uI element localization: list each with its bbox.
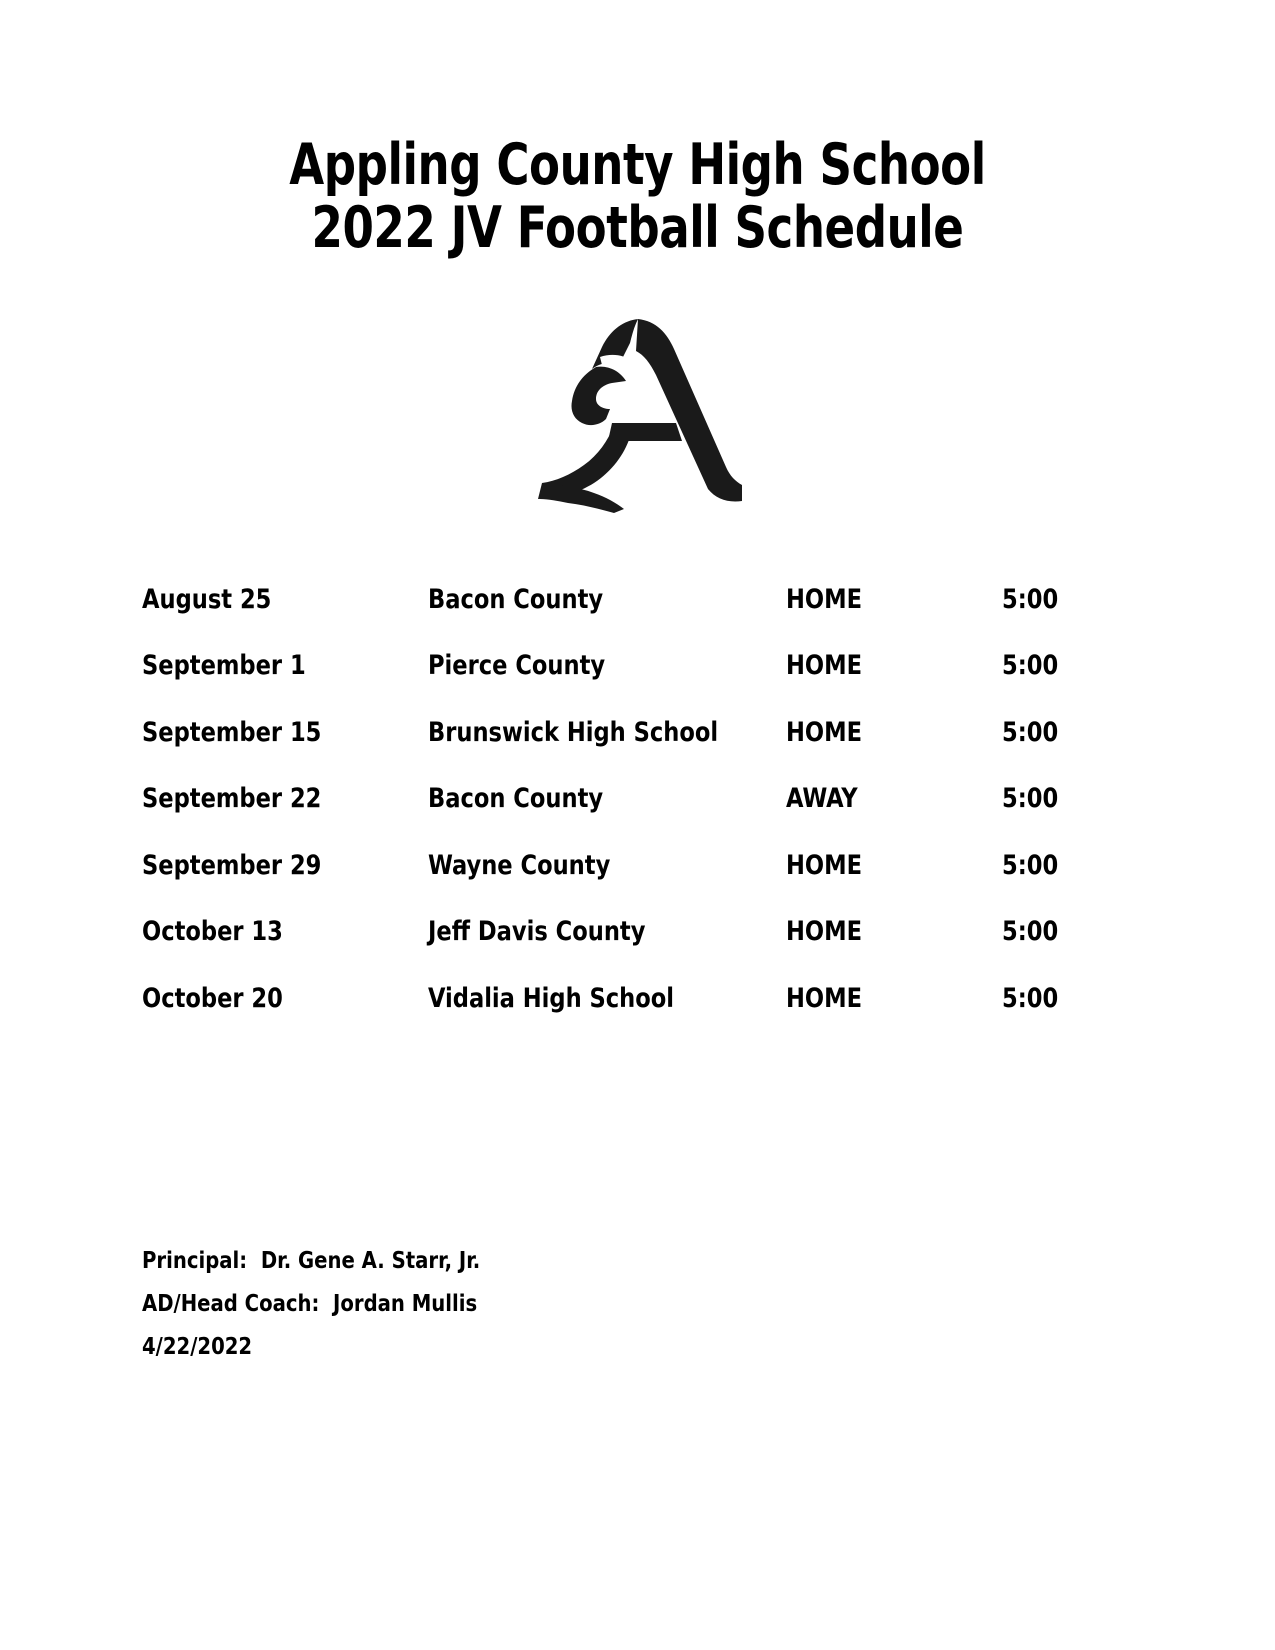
- game-time: 5:00: [1002, 583, 1059, 615]
- table-row: September 29 Wayne County HOME 5:00: [142, 832, 1102, 899]
- game-opponent: Vidalia High School: [428, 982, 675, 1014]
- principal-line: Principal: Dr. Gene A. Starr, Jr.: [142, 1248, 481, 1274]
- table-row: September 22 Bacon County AWAY 5:00: [142, 766, 1102, 833]
- game-site: AWAY: [786, 783, 858, 815]
- game-time: 5:00: [1002, 849, 1059, 881]
- game-opponent: Brunswick High School: [428, 716, 719, 748]
- game-site: HOME: [786, 583, 863, 615]
- ad-head-coach-line: AD/Head Coach: Jordan Mullis: [142, 1291, 478, 1317]
- pirate-a-logo-icon: [537, 319, 742, 513]
- game-site: HOME: [786, 849, 863, 881]
- game-date: October 20: [142, 982, 283, 1014]
- page-title-line-1: Appling County High School: [289, 132, 986, 198]
- schedule-document-page: Appling County High School 2022 JV Footb…: [0, 0, 1275, 1650]
- game-opponent: Bacon County: [428, 583, 604, 615]
- football-schedule-table: August 25 Bacon County HOME 5:00 Septemb…: [142, 566, 1102, 1032]
- game-date: September 15: [142, 716, 322, 748]
- game-date: August 25: [142, 583, 272, 615]
- game-time: 5:00: [1002, 916, 1059, 948]
- game-date: October 13: [142, 916, 283, 948]
- game-site: HOME: [786, 982, 863, 1014]
- game-time: 5:00: [1002, 650, 1059, 682]
- page-title-line-2: 2022 JV Football Schedule: [311, 194, 964, 261]
- table-row: September 15 Brunswick High School HOME …: [142, 699, 1102, 766]
- game-date: September 1: [142, 650, 306, 682]
- table-row: September 1 Pierce County HOME 5:00: [142, 633, 1102, 700]
- game-time: 5:00: [1002, 783, 1059, 815]
- game-time: 5:00: [1002, 716, 1059, 748]
- game-opponent: Wayne County: [428, 849, 611, 881]
- school-logo: [0, 305, 1275, 521]
- game-opponent: Pierce County: [428, 650, 606, 682]
- game-date: September 29: [142, 849, 322, 881]
- table-row: October 20 Vidalia High School HOME 5:00: [142, 965, 1102, 1032]
- revision-date-line: 4/22/2022: [142, 1334, 253, 1360]
- table-row: October 13 Jeff Davis County HOME 5:00: [142, 899, 1102, 966]
- game-date: September 22: [142, 783, 322, 815]
- game-site: HOME: [786, 716, 863, 748]
- game-opponent: Bacon County: [428, 783, 604, 815]
- game-site: HOME: [786, 650, 863, 682]
- schedule-table-body: August 25 Bacon County HOME 5:00 Septemb…: [142, 566, 1102, 1032]
- page-title: Appling County High School 2022 JV Footb…: [0, 134, 1275, 259]
- document-footer: Principal: Dr. Gene A. Starr, Jr. AD/Hea…: [142, 1240, 942, 1369]
- game-site: HOME: [786, 916, 863, 948]
- game-opponent: Jeff Davis County: [428, 916, 646, 948]
- table-row: August 25 Bacon County HOME 5:00: [142, 566, 1102, 633]
- game-time: 5:00: [1002, 982, 1059, 1014]
